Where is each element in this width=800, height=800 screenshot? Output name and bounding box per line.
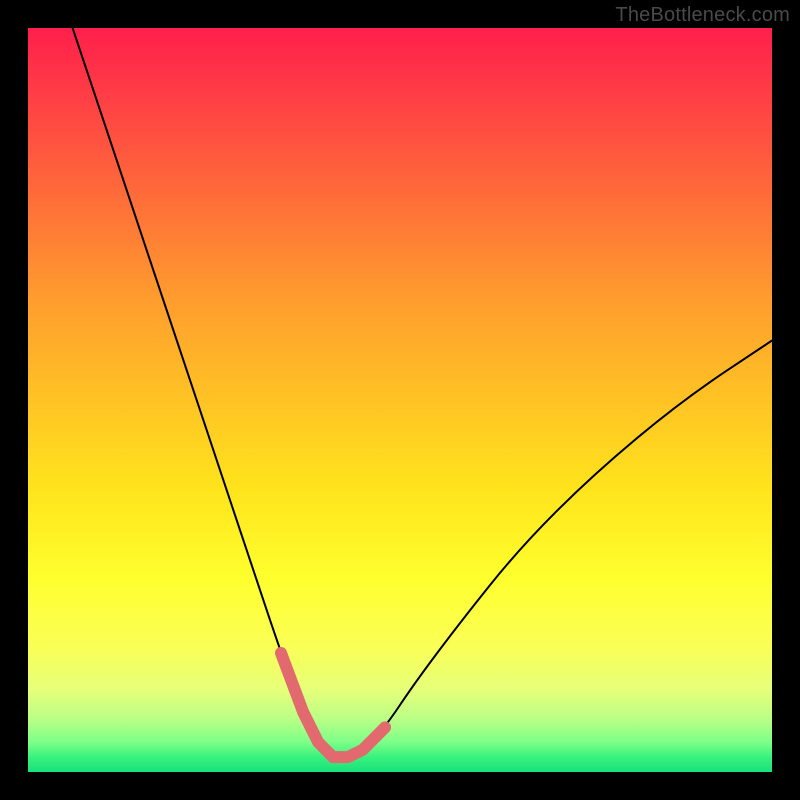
curve-minimum-highlight [281,653,385,757]
plot-area [28,28,772,772]
bottleneck-curve [73,28,772,757]
chart-frame: TheBottleneck.com [0,0,800,800]
watermark-text: TheBottleneck.com [615,4,790,27]
curve-layer [28,28,772,772]
